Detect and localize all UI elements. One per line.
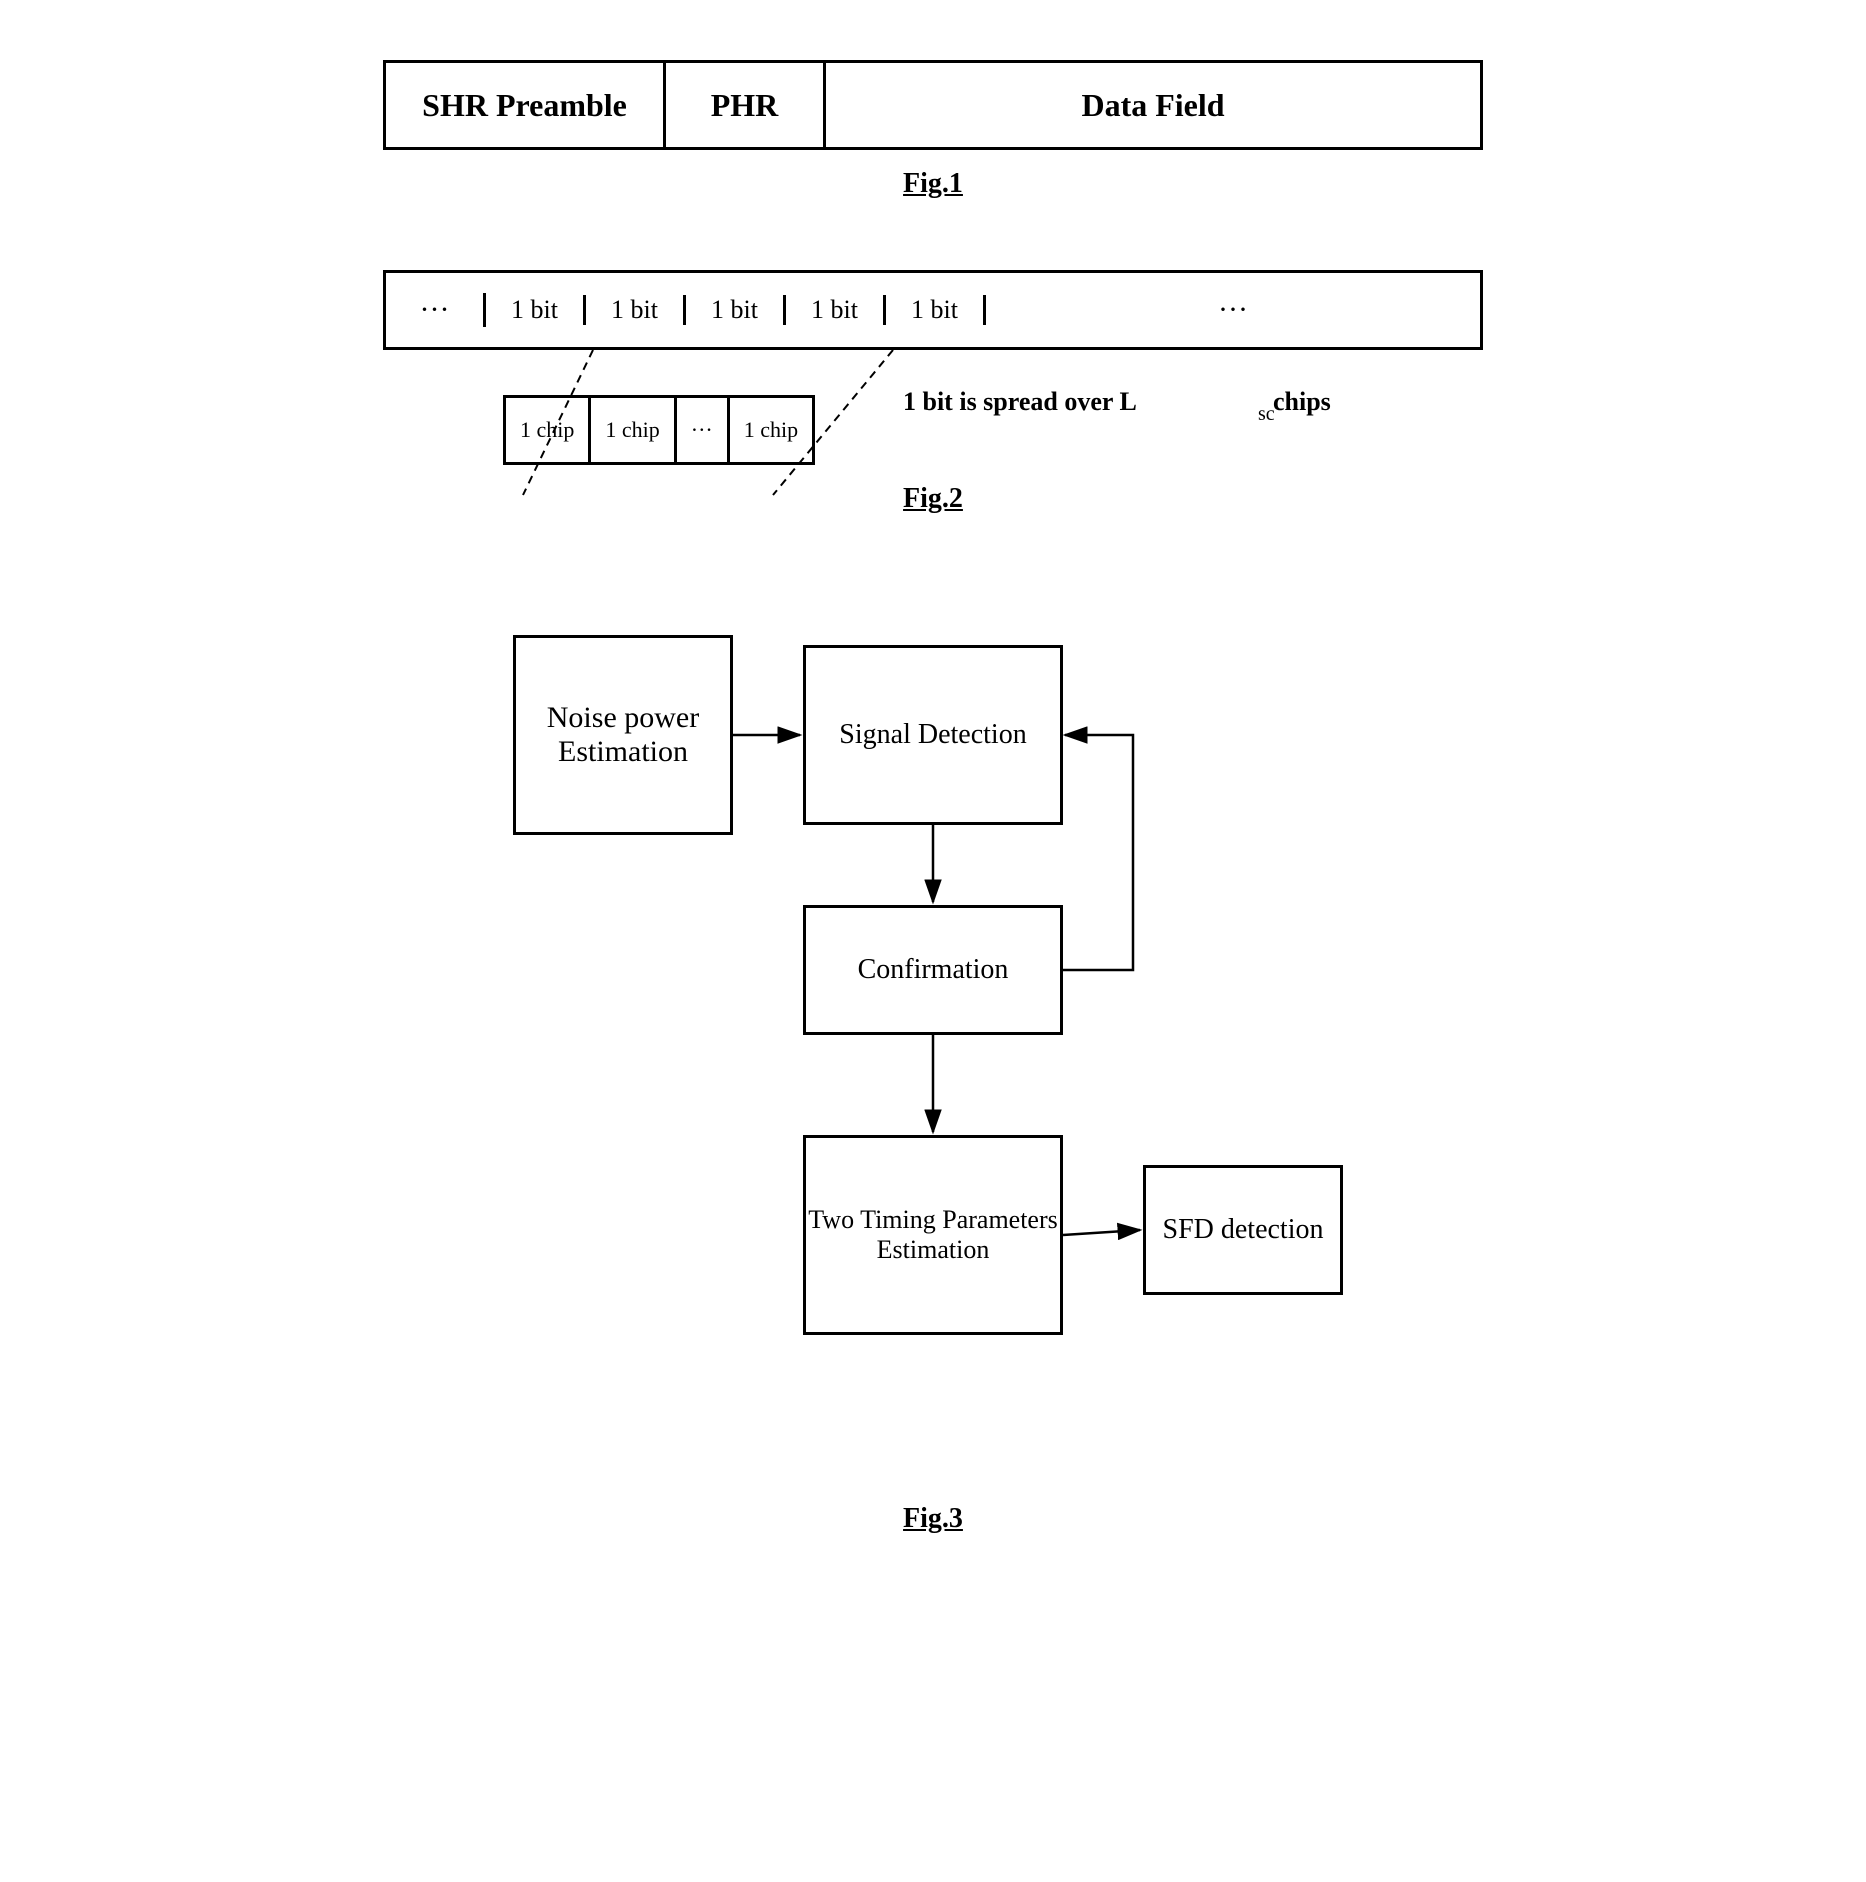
fig3-caption: Fig.3 (903, 1503, 963, 1535)
fig1-shr-label: SHR Preamble (422, 87, 627, 124)
fig1-phr-label: PHR (711, 87, 779, 124)
box-sfd-label: SFD detection (1163, 1214, 1324, 1246)
fig2-chip-2: 1 chip (591, 398, 676, 462)
box-signal-label: Signal Detection (839, 719, 1026, 751)
fig2-chip-last: 1 chip (730, 398, 812, 462)
fig3-container: Noise power Estimation Signal Detection … (383, 585, 1483, 1585)
svg-text:chips: chips (1273, 387, 1331, 416)
fig1-data-label: Data Field (1081, 87, 1224, 124)
fig2-spread-area: 1 bit is spread over L sc chips 1 chip 1… (383, 350, 1483, 465)
fig1-data-cell: Data Field (826, 63, 1480, 147)
box-two-timing-label: Two Timing Parameters Estimation (806, 1205, 1060, 1265)
fig2-container: ··· 1 bit 1 bit 1 bit 1 bit 1 bit ··· 1 … (383, 270, 1483, 565)
fig2-chip-dots: ··· (677, 398, 730, 462)
fig2-bit-4: 1 bit (786, 295, 886, 325)
fig2-bit-3: 1 bit (686, 295, 786, 325)
fig2-chip-1: 1 chip (506, 398, 591, 462)
box-confirmation: Confirmation (803, 905, 1063, 1035)
fig2-chips-row: 1 chip 1 chip ··· 1 chip (503, 395, 815, 465)
fig3-diagram: Noise power Estimation Signal Detection … (483, 585, 1383, 1485)
fig2-bit-5: 1 bit (886, 295, 986, 325)
box-sfd: SFD detection (1143, 1165, 1343, 1295)
fig1-container: SHR Preamble PHR Data Field Fig.1 (383, 60, 1483, 250)
fig2-bit-2: 1 bit (586, 295, 686, 325)
fig2-top-row: ··· 1 bit 1 bit 1 bit 1 bit 1 bit ··· (383, 270, 1483, 350)
box-signal: Signal Detection (803, 645, 1063, 825)
fig1-phr-cell: PHR (666, 63, 826, 147)
fig1-table: SHR Preamble PHR Data Field (383, 60, 1483, 150)
box-confirmation-label: Confirmation (858, 954, 1009, 986)
box-noise-label: Noise power Estimation (516, 701, 730, 769)
fig2-bit-1: 1 bit (486, 295, 586, 325)
box-noise: Noise power Estimation (513, 635, 733, 835)
fig1-caption: Fig.1 (383, 168, 1483, 200)
fig2-dots-left: ··· (386, 293, 486, 327)
box-two-timing: Two Timing Parameters Estimation (803, 1135, 1063, 1335)
fig2-dots-right: ··· (986, 293, 1480, 327)
svg-text:1 bit is spread over L: 1 bit is spread over L (903, 387, 1137, 416)
fig1-shr-cell: SHR Preamble (386, 63, 666, 147)
